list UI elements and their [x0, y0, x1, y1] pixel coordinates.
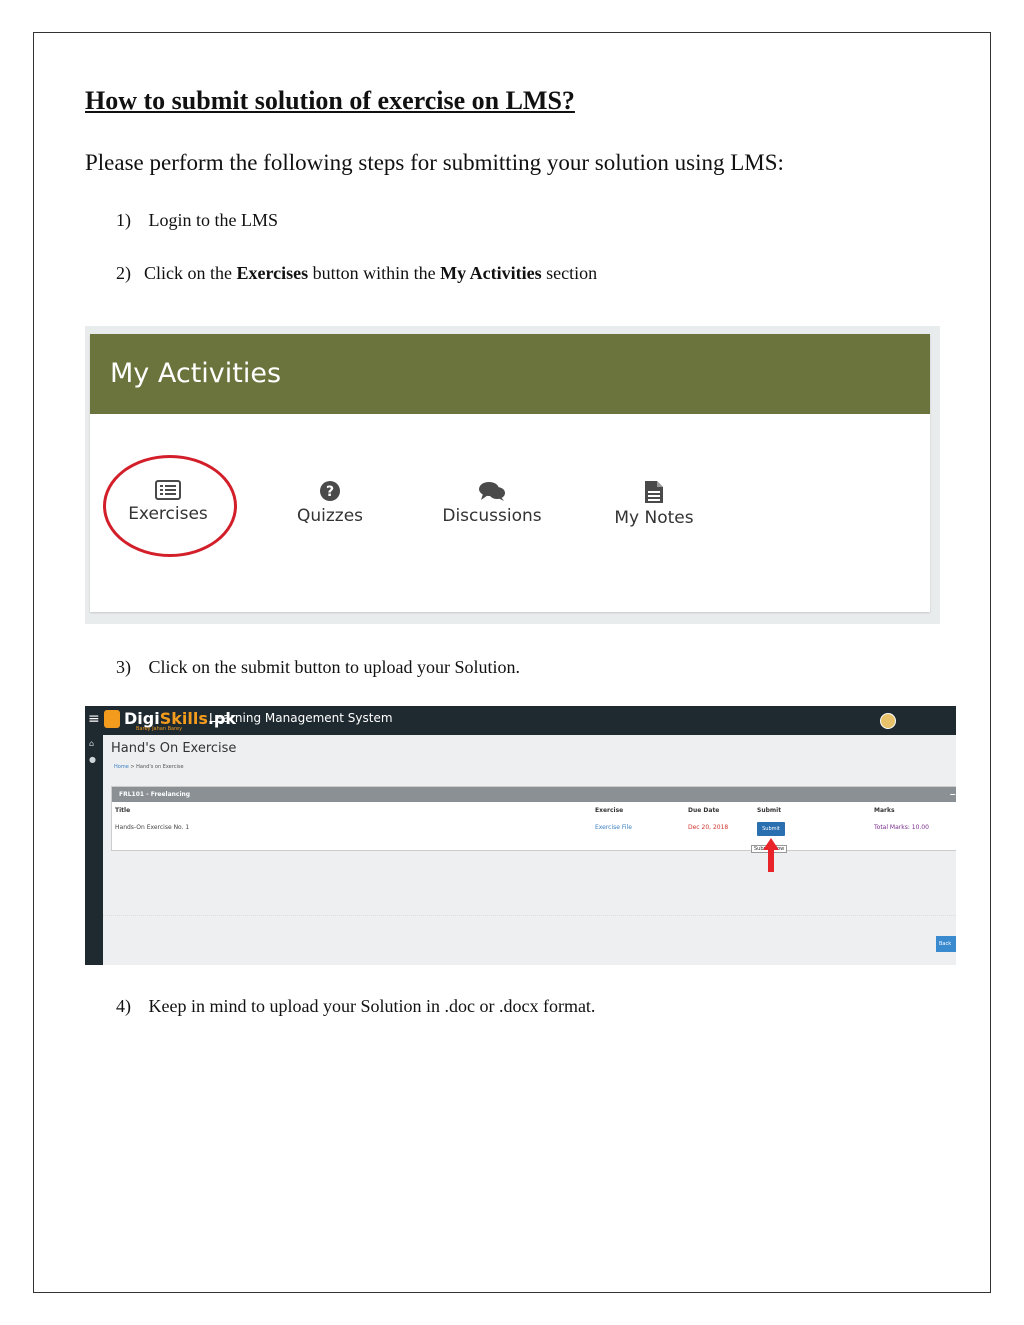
submit-button[interactable]: Submit: [757, 822, 785, 836]
breadcrumb: Home > Hand's on Exercise: [114, 764, 184, 770]
hamburger-menu-icon[interactable]: ≡: [88, 711, 100, 727]
lms-sidebar: ⌂ ●: [85, 735, 103, 965]
logo-tagline: Barey Jahan Barey: [136, 726, 183, 732]
chat-bubbles-icon: [479, 482, 505, 501]
panel-header: FRL101 - Freelancing −: [112, 787, 956, 802]
minimize-icon[interactable]: −: [949, 787, 956, 802]
discussions-button[interactable]: Discussions: [442, 480, 542, 526]
breadcrumb-home[interactable]: Home: [114, 764, 129, 770]
highlight-circle: [103, 455, 237, 557]
back-button[interactable]: Back: [936, 936, 956, 952]
my-notes-label: My Notes: [614, 508, 694, 528]
red-arrow-icon: [763, 838, 779, 872]
my-activities-term: My Activities: [440, 263, 542, 283]
document-title: How to submit solution of exercise on LM…: [85, 86, 575, 115]
exercises-term: Exercises: [236, 263, 309, 283]
step-number: 4): [116, 996, 131, 1016]
step-text-mid: button within the: [308, 263, 441, 283]
document-icon: [645, 481, 663, 503]
intro-text: Please perform the following steps for s…: [85, 150, 784, 175]
step-4: 4) Keep in mind to upload your Solution …: [116, 996, 595, 1017]
breadcrumb-current: Hand's on Exercise: [136, 764, 184, 770]
total-marks: Total Marks: 10.00: [874, 824, 929, 831]
my-notes-button[interactable]: My Notes: [612, 480, 696, 528]
divider: [103, 915, 956, 916]
course-panel: FRL101 - Freelancing − Title Exercise Du…: [111, 786, 956, 851]
question-circle-icon: ?: [320, 481, 340, 501]
exercise-title: Hands-On Exercise No. 1: [115, 824, 190, 831]
step-2: 2) Click on the Exercises button within t…: [116, 263, 597, 284]
step-text: Click on the submit button to upload you…: [148, 657, 521, 677]
digiskills-logo-icon: [104, 710, 120, 728]
step-3: 3) Click on the submit button to upload …: [116, 657, 520, 678]
discussions-label: Discussions: [442, 506, 542, 526]
col-marks: Marks: [874, 807, 895, 814]
step-number: 3): [116, 657, 131, 677]
home-icon[interactable]: ⌂: [89, 739, 94, 748]
quizzes-button[interactable]: ? Quizzes: [290, 480, 370, 526]
panel-title: FRL101 - Freelancing: [119, 791, 191, 798]
exercise-file-link[interactable]: Exercise File: [595, 824, 632, 831]
col-submit: Submit: [757, 807, 782, 814]
step-text: Keep in mind to upload your Solution in …: [148, 996, 596, 1016]
page-heading: Hand's On Exercise: [111, 741, 237, 756]
col-due-date: Due Date: [688, 807, 720, 814]
step-text: Login to the LMS: [148, 210, 279, 230]
lms-screenshot: ≡ DigiSkills.pk Barey Jahan Barey Learni…: [85, 706, 956, 965]
activities-header: My Activities: [90, 334, 930, 414]
lms-top-bar: ≡ DigiSkills.pk Barey Jahan Barey Learni…: [85, 706, 956, 735]
quizzes-label: Quizzes: [296, 506, 364, 526]
step-text-pre: Click on the: [144, 263, 237, 283]
step-text-post: section: [541, 263, 598, 283]
user-icon[interactable]: ●: [89, 755, 96, 764]
col-exercise: Exercise: [595, 807, 624, 814]
breadcrumb-separator: >: [130, 764, 135, 770]
app-title: Learning Management System: [209, 711, 393, 725]
step-1: 1) Login to the LMS: [116, 210, 278, 231]
svg-text:?: ?: [326, 484, 334, 500]
avatar[interactable]: [880, 713, 896, 729]
due-date: Dec 20, 2018: [688, 824, 729, 831]
col-title: Title: [115, 807, 131, 814]
step-number: 1): [116, 210, 131, 230]
step-number: 2): [116, 263, 131, 283]
